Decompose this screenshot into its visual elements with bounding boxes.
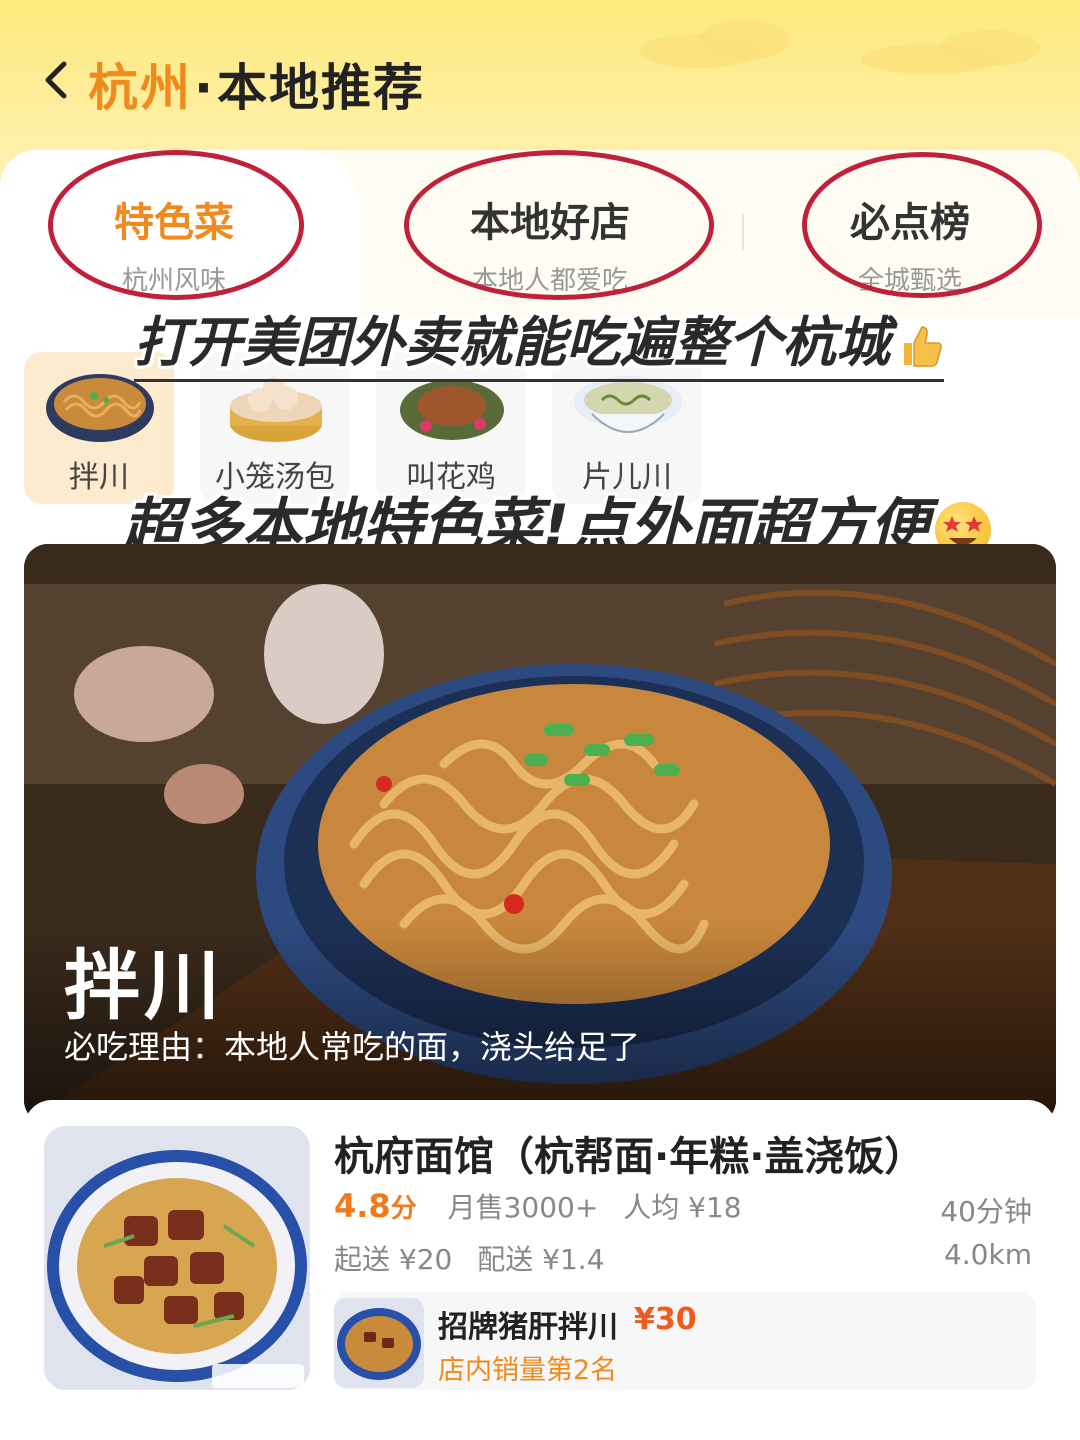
tab-sublabel: 本地人都爱吃 <box>471 266 628 296</box>
tab-must-order[interactable]: 必点榜 全城甄选 <box>820 190 1000 297</box>
title-text: 本地推荐 <box>217 59 425 117</box>
tab-sublabel: 杭州风味 <box>121 266 226 296</box>
back-arrow-icon[interactable] <box>38 58 78 102</box>
overlay-caption: 打开美团外卖就能吃遍整个杭城 <box>134 298 944 382</box>
tab-sublabel: 全城甄选 <box>857 266 962 296</box>
shop-delivery-row: 起送 ¥20 配送 ¥1.4 <box>334 1238 605 1278</box>
shop-stats-row: 4.8分 月售3000+ 人均 ¥18 <box>334 1186 742 1226</box>
tab-label: 必点榜 <box>850 200 970 246</box>
city-name[interactable]: 杭州 <box>88 59 192 117</box>
nav-header: 杭州·本地推荐 <box>0 40 1080 120</box>
shop-name[interactable]: 杭府面馆（杭帮面·年糕·盖浇饭） <box>334 1124 924 1182</box>
tab-local-shops[interactable]: 本地好店 本地人都爱吃 <box>420 190 680 297</box>
recommended-item-thumbnail <box>334 1298 424 1388</box>
recommended-item-rank: 店内销量第2名 <box>438 1355 618 1386</box>
shop-rating: 4.8 <box>334 1187 391 1225</box>
min-order: 起送 ¥20 <box>334 1243 453 1276</box>
delivery-fee: 配送 ¥1.4 <box>477 1243 605 1276</box>
tab-label: 本地好店 <box>470 200 630 246</box>
thumbs-up-icon <box>904 326 942 368</box>
title-separator: · <box>194 59 215 117</box>
caption-text: 打开美团外卖就能吃遍整个杭城 <box>134 311 890 374</box>
monthly-sales: 月售3000+ <box>447 1191 599 1224</box>
average-price: 人均 ¥18 <box>623 1191 742 1224</box>
rating-unit: 分 <box>390 1194 417 1224</box>
shop-dish-photo <box>44 1126 310 1390</box>
tab-label: 特色菜 <box>114 200 234 246</box>
featured-dish-reason: 必吃理由：本地人常吃的面，浇头给足了 <box>64 1028 641 1066</box>
delivery-time: 40分钟 <box>940 1195 1032 1228</box>
recommended-item-price: ¥30 <box>634 1302 697 1337</box>
tab-specialty[interactable]: 特色菜 杭州风味 <box>74 190 274 297</box>
recommended-item-name: 招牌猪肝拌川 <box>438 1310 618 1345</box>
distance: 4.0km <box>943 1238 1032 1271</box>
featured-dish-name: 拌川 <box>64 941 224 1030</box>
tab-divider <box>742 214 744 250</box>
featured-dish-banner[interactable]: 拌川 必吃理由：本地人常吃的面，浇头给足了 <box>24 544 1056 1124</box>
shop-thumbnail[interactable] <box>44 1126 310 1390</box>
page-title: 杭州·本地推荐 <box>88 48 425 120</box>
recommended-dish-photo <box>334 1298 424 1388</box>
